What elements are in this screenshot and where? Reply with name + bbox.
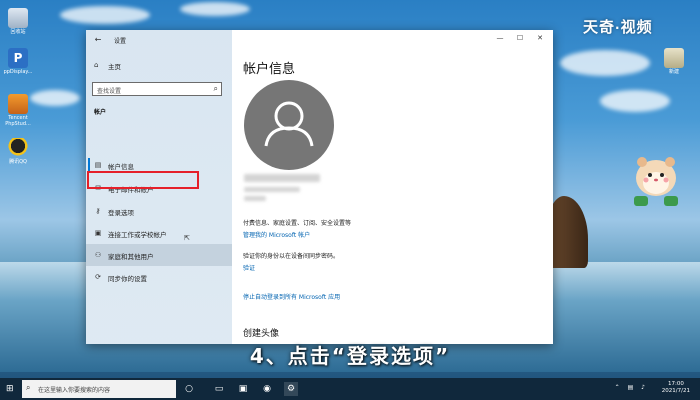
person-card-icon: ▤ <box>94 161 102 169</box>
briefcase-icon: ▣ <box>94 229 102 237</box>
system-tray-icons[interactable]: ⌃ ▤ ♪ <box>615 384 648 391</box>
blurred-account-name <box>244 174 320 182</box>
desktop-icon-label: ppDisplay... <box>3 69 33 75</box>
sidebar-item-label: 主页 <box>108 63 121 71</box>
file-explorer-icon[interactable]: ▭ <box>212 382 226 396</box>
phpstudy-icon <box>8 94 28 114</box>
verify-link[interactable]: 验证 <box>243 263 255 272</box>
desktop-icon-ppdisplay[interactable]: P ppDisplay... <box>0 48 38 76</box>
search-icon: ⌕ <box>213 84 218 93</box>
home-icon: ⌂ <box>94 61 99 69</box>
qq-penguin-icon <box>8 138 28 158</box>
desktop-icon-label: 回收站 <box>10 29 26 35</box>
taskbar-clock[interactable]: 17:00 2021/7/21 <box>662 381 690 396</box>
red-highlight-box <box>87 171 199 189</box>
settings-gear-icon[interactable]: ⚙ <box>284 382 298 396</box>
people-icon: ⚇ <box>94 251 102 259</box>
sidebar-item-family[interactable]: ⚇ 家庭和其他用户 <box>86 244 232 266</box>
sidebar-item-label: 连接工作或学校帐户 <box>108 231 167 239</box>
sea-rock <box>548 196 588 268</box>
chrome-icon[interactable]: ◉ <box>260 382 274 396</box>
sidebar-item-label: 帐户信息 <box>108 163 134 171</box>
minimize-button[interactable]: — <box>493 34 507 42</box>
video-caption: 4、点击“登录选项” <box>249 344 451 368</box>
sidebar-item-label: 登录选项 <box>108 209 134 217</box>
mouse-cursor-icon: ⇱ <box>184 234 190 242</box>
window-controls: — ☐ ✕ <box>493 30 553 50</box>
desktop-icon-recycle-bin[interactable]: 回收站 <box>0 8 38 36</box>
watermark-brand-b: 视频 <box>620 18 653 36</box>
page-title: 帐户信息 <box>243 62 296 77</box>
sidebar-item-label: 家庭和其他用户 <box>108 253 154 261</box>
user-silhouette-icon <box>264 101 314 147</box>
clock-date: 2021/7/21 <box>661 388 690 395</box>
cloud <box>560 50 650 76</box>
section-title: 创建头像 <box>243 329 280 339</box>
desktop-icon-label: 腾讯QQ <box>9 159 27 165</box>
cloud <box>60 6 150 24</box>
sidebar-item-label: 同步你的设置 <box>108 275 147 283</box>
blurred-account-type <box>244 196 266 201</box>
watermark-brand-a: 天奇 <box>583 18 616 36</box>
hamster-sticker-icon <box>634 157 678 206</box>
clock-time: 17:00 <box>667 381 684 387</box>
blurred-account-email <box>244 187 300 192</box>
watermark-logo: 天奇·视频 <box>583 16 653 37</box>
info-text: 验证你的身份以在设备间同步密码。 <box>243 253 340 260</box>
titlebar: ← 设置 <box>86 30 232 50</box>
cortana-circle-icon[interactable]: ○ <box>182 382 196 396</box>
settings-search-input[interactable]: 查找设置 ⌕ <box>92 82 222 96</box>
stop-auto-signin-link[interactable]: 停止自动登录到所有 Microsoft 应用 <box>243 292 340 301</box>
window-title: 设置 <box>114 38 127 45</box>
search-placeholder: 查找设置 <box>97 88 122 95</box>
recycle-bin-icon <box>8 8 28 28</box>
desktop-icon-new[interactable]: 新建 <box>654 48 694 76</box>
sidebar-item-sign-in-options[interactable]: ⚷ 登录选项 <box>86 200 232 222</box>
sidebar-item-work-school[interactable]: ▣ 连接工作或学校帐户 <box>86 222 232 244</box>
store-icon[interactable]: ▣ <box>236 382 250 396</box>
desktop-icon-label: Tencent PhpStud... <box>5 115 31 127</box>
taskbar-search-placeholder: 在这里输入你要搜索的内容 <box>38 387 111 394</box>
avatar[interactable] <box>244 80 334 170</box>
taskbar: ⊞ ⌕ 在这里输入你要搜索的内容 ○ ▭ ▣ ◉ ⚙ ⌃ ▤ ♪ 17:00 2… <box>0 378 700 400</box>
desktop-icon-qq[interactable]: 腾讯QQ <box>0 138 38 166</box>
close-button[interactable]: ✕ <box>533 34 547 42</box>
taskbar-search-input[interactable]: ⌕ 在这里输入你要搜索的内容 <box>22 380 176 398</box>
cloud <box>180 2 250 16</box>
document-icon <box>664 48 684 68</box>
back-arrow-icon[interactable]: ← <box>92 34 104 46</box>
section-label: 帐户 <box>94 109 107 116</box>
search-icon: ⌕ <box>26 383 31 392</box>
desktop-icon-phpstudy[interactable]: Tencent PhpStud... <box>0 94 38 127</box>
start-windows-icon[interactable]: ⊞ <box>6 383 18 395</box>
sync-icon: ⟳ <box>95 273 101 281</box>
cloud <box>600 90 670 112</box>
key-icon: ⚷ <box>95 207 101 215</box>
desktop-icon-label: 新建 <box>668 69 679 75</box>
sidebar-item-home[interactable]: ⌂ 主页 <box>90 58 230 72</box>
sidebar-item-sync[interactable]: ⟳ 同步你的设置 <box>86 266 232 288</box>
desktop: 回收站 P ppDisplay... Tencent PhpStud... 腾讯… <box>0 0 700 400</box>
maximize-button[interactable]: ☐ <box>513 34 527 42</box>
settings-content: — ☐ ✕ 帐户信息 付费信息、家庭设置、订阅、安全设置等 管理我的 Micro… <box>232 30 553 344</box>
info-text: 付费信息、家庭设置、订阅、安全设置等 <box>243 220 352 227</box>
manage-account-link[interactable]: 管理我的 Microsoft 帐户 <box>243 230 310 239</box>
p-app-icon: P <box>8 48 28 68</box>
